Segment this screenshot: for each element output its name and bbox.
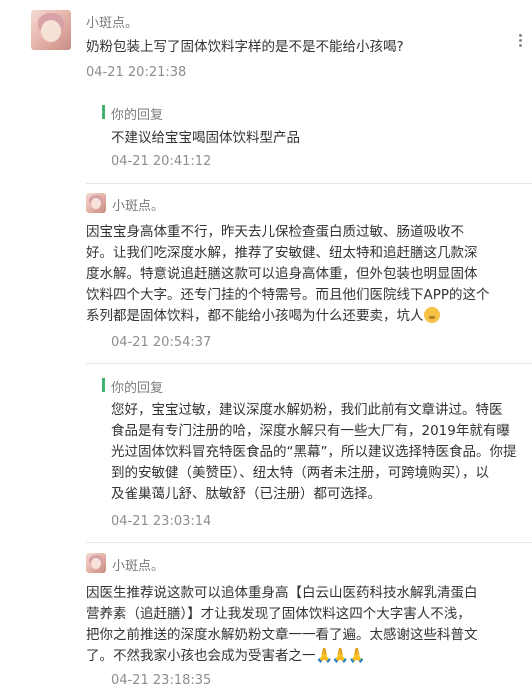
reply-line: 光过固体饮料冒充特医食品的“黑幕”，所以建议选择特医食品。你提 <box>111 444 517 460</box>
username[interactable]: 小斑点。 <box>112 195 164 214</box>
reply-line: 食品是有专门注册的哈，深度水解只有一些大厂有，2019年就有曝 <box>111 423 510 439</box>
comment-text: 因宝宝身高体重不行，昨天去儿保检查蛋白质过敏、肠道吸收不 好。让我们吃深度水解，… <box>86 222 532 327</box>
avatar[interactable] <box>86 553 106 573</box>
divider <box>86 363 532 364</box>
comment-line: 了。不然我家小孩也会成为受害者之一 <box>86 648 316 664</box>
reply-label: 你的回复 <box>111 381 164 396</box>
avatar[interactable] <box>86 193 106 213</box>
comment-line: 好。让我们吃深度水解，推荐了安敏健、纽太特和追赶膳这几款深 <box>86 245 478 261</box>
reply-marker <box>102 105 105 119</box>
comment-text: 因医生推荐说这款可以追体重身高【白云山医药科技水解乳清蛋白 营养素（追赶膳）】才… <box>86 583 532 667</box>
reply-line: 您好，宝宝过敏，建议深度水解奶粉，我们此前有文章讲过。特医 <box>111 402 503 418</box>
timestamp: 04-21 20:41:12 <box>111 154 212 169</box>
timestamp: 04-21 20:54:37 <box>111 335 212 350</box>
reply-label: 你的回复 <box>111 108 164 123</box>
comment-line: 因医生推荐说这款可以追体重身高【白云山医药科技水解乳清蛋白 <box>86 585 478 601</box>
timestamp: 04-21 20:21:38 <box>86 65 187 80</box>
username[interactable]: 小斑点。 <box>112 555 164 574</box>
reply-line: 及雀巢蔼儿舒、肽敏舒（已注册）都可选择。 <box>111 486 381 502</box>
comment-line: 因宝宝身高体重不行，昨天去儿保检查蛋白质过敏、肠道吸收不 <box>86 224 464 240</box>
more-options-icon[interactable] <box>514 32 526 49</box>
comment-line: 系列都是固体饮料，都不能给小孩喝为什么还要卖，坑人 <box>86 308 424 324</box>
divider <box>86 542 532 543</box>
comment-line: 度水解。特意说追赶膳这款可以追身高体重，但外包装也明显固体 <box>86 266 478 282</box>
comment-line: 饮料四个大字。还专门挂的个特需号。而且他们医院线下APP的这个 <box>86 287 490 303</box>
comment-line: 营养素（追赶膳）】才让我发现了固体饮料这四个大字害人不浅， <box>86 606 471 622</box>
divider <box>86 183 532 184</box>
reply-line: 到的安敏健（美赞臣）、纽太特（两者未注册，可跨境购买），以 <box>111 465 489 481</box>
username[interactable]: 小斑点。 <box>86 12 138 31</box>
reply-text: 您好，宝宝过敏，建议深度水解奶粉，我们此前有文章讲过。特医 食品是有专门注册的哈… <box>111 400 532 505</box>
sad-face-icon <box>423 307 440 323</box>
folded-hands-icon: 🙏🙏🙏 <box>315 648 366 664</box>
reply-marker <box>102 378 105 392</box>
avatar[interactable] <box>31 10 71 50</box>
reply-text: 不建议给宝宝喝固体饮料型产品 <box>111 130 300 146</box>
comment-text: 奶粉包装上写了固体饮料字样的是不是不能给小孩喝? <box>86 39 404 55</box>
timestamp: 04-21 23:18:35 <box>111 673 212 688</box>
comment-line: 把你之前推送的深度水解奶粉文章一一看了遍。太感谢这些科普文 <box>86 627 478 643</box>
timestamp: 04-21 23:03:14 <box>111 514 212 529</box>
